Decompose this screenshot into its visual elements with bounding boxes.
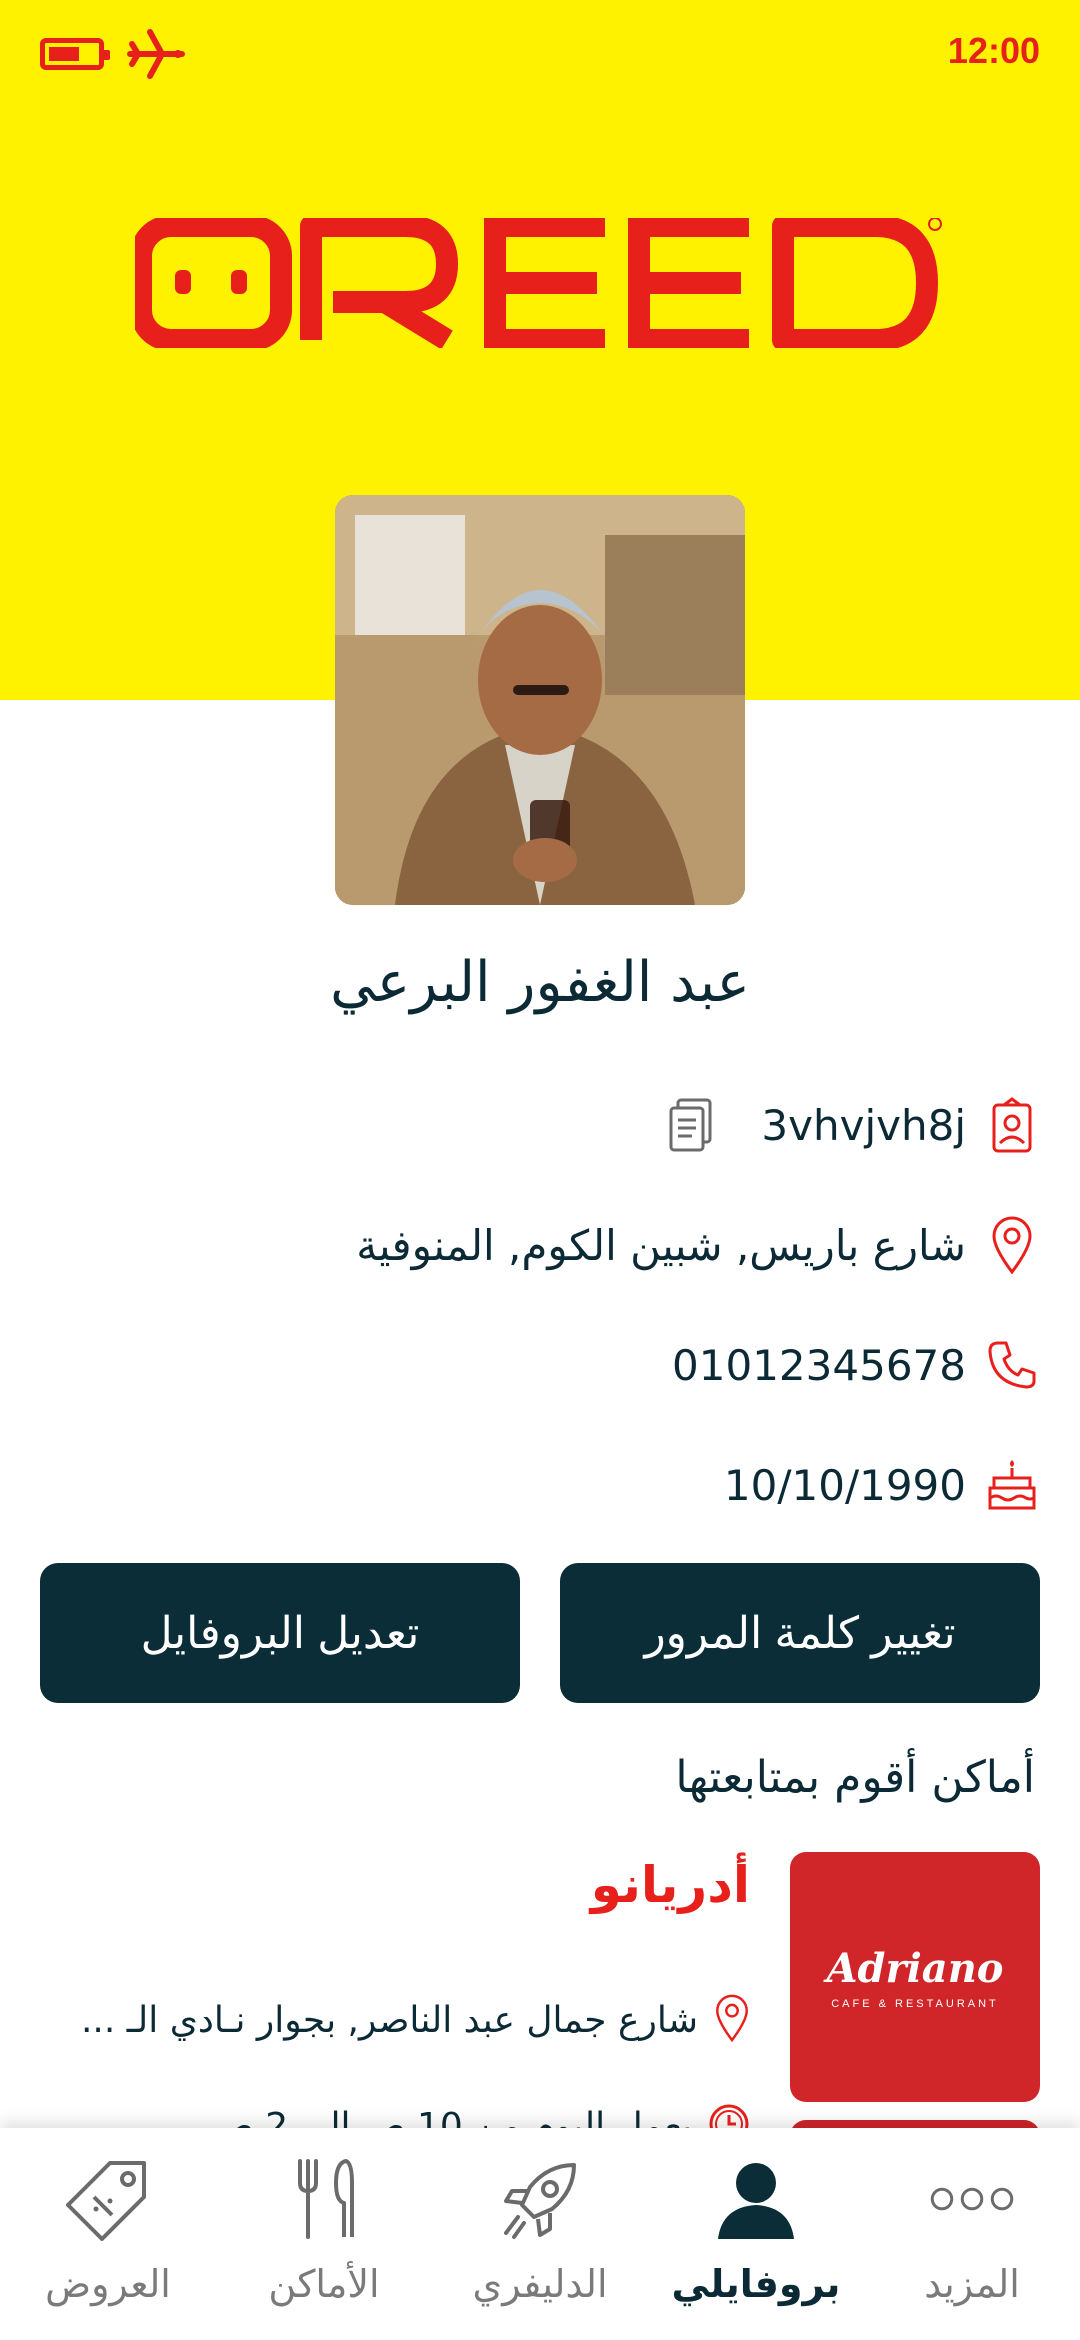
bottom-navigation: المزيد بروفايلي الدليفري الأماكن العروض [0, 2128, 1080, 2340]
profile-birthdate-row: 10/10/1990 [724, 1450, 1040, 1520]
battery-icon [40, 38, 110, 70]
nav-profile[interactable]: بروفايلي [648, 2128, 864, 2340]
profile-address: شارع باريس, شبين الكوم, المنوفية [356, 1220, 966, 1270]
airplane-mode-icon [127, 29, 185, 79]
profile-address-row: شارع باريس, شبين الكوم, المنوفية [356, 1210, 1040, 1280]
place-location-icon [714, 1994, 750, 2046]
nav-offers-label: العروض [45, 2262, 171, 2306]
nav-delivery[interactable]: الدليفري [432, 2128, 648, 2340]
nav-more-label: المزيد [924, 2262, 1020, 2306]
followed-place-card[interactable]: Adriano CAFE & RESTAURANT أدريانو شارع ج… [0, 1850, 1080, 2150]
nav-delivery-label: الدليفري [472, 2262, 608, 2306]
edit-profile-button[interactable]: تعديل البروفايل [40, 1563, 520, 1703]
profile-avatar[interactable] [335, 495, 745, 905]
profile-name: عبد الغفور البرعي [330, 950, 750, 1015]
user-icon [711, 2154, 801, 2244]
more-icon [927, 2154, 1017, 2244]
profile-phone: 01012345678 [672, 1340, 966, 1390]
profile-code-row: 3vhvjvh8j [663, 1090, 1040, 1160]
place-logo-subtext: CAFE & RESTAURANT [831, 1997, 999, 2010]
fork-knife-icon [279, 2154, 369, 2244]
location-pin-icon [984, 1216, 1040, 1274]
place-logo-text: Adriano [826, 1944, 1004, 1992]
tag-icon [63, 2154, 153, 2244]
id-card-icon [984, 1097, 1040, 1153]
nav-offers[interactable]: العروض [0, 2128, 216, 2340]
profile-phone-row: 01012345678 [672, 1330, 1040, 1400]
nav-places-label: الأماكن [268, 2262, 380, 2306]
rocket-icon [495, 2154, 585, 2244]
followed-places-title: أماكن أقوم بمتابعتها [675, 1752, 1035, 1803]
status-time: 12:00 [947, 30, 1040, 71]
birthday-cake-icon [984, 1457, 1040, 1513]
profile-code: 3vhvjvh8j [761, 1100, 966, 1150]
place-logo: Adriano CAFE & RESTAURANT [790, 1852, 1040, 2102]
place-address-row: شارع جمال عبد الناصر, بجوار نـادي الـ ..… [81, 1990, 750, 2050]
change-password-button[interactable]: تغيير كلمة المرور [560, 1563, 1040, 1703]
place-address: شارع جمال عبد الناصر, بجوار نـادي الـ ..… [80, 1999, 698, 2041]
profile-birthdate: 10/10/1990 [723, 1460, 966, 1510]
place-name: أدريانو [590, 1856, 750, 1914]
copy-code-icon[interactable] [663, 1097, 719, 1153]
nav-more[interactable]: المزيد [864, 2128, 1080, 2340]
nav-profile-label: بروفايلي [671, 2262, 841, 2306]
phone-icon [984, 1337, 1040, 1393]
nav-places[interactable]: الأماكن [216, 2128, 432, 2340]
oreed-logo: OREED [130, 215, 945, 351]
status-bar: 12:00 [0, 0, 1080, 110]
